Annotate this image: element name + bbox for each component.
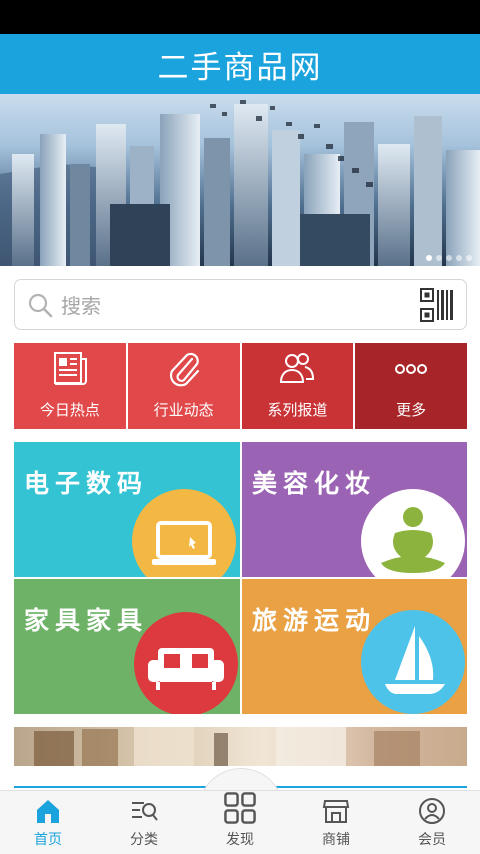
search-input[interactable]: 搜索 xyxy=(14,279,467,330)
tab-label: 商铺 xyxy=(322,832,350,848)
category-travel-sports[interactable]: 旅游运动 xyxy=(242,579,467,714)
banner-carousel[interactable] xyxy=(0,94,480,266)
member-icon xyxy=(419,798,445,824)
category-grid: 电子数码 美容化妆 家具家具 旅游运动 xyxy=(14,442,467,714)
bottom-tab-bar: 首页 分类 发现 商铺 会员 xyxy=(0,790,480,854)
tab-home[interactable]: 首页 xyxy=(0,791,96,854)
sofa-icon xyxy=(134,612,238,714)
tab-category[interactable]: 分类 xyxy=(96,791,192,854)
tab-label: 会员 xyxy=(418,832,446,848)
grid-icon xyxy=(224,792,256,824)
quick-nav-label: 更多 xyxy=(396,401,427,419)
laptop-icon xyxy=(132,489,236,577)
category-label: 美容化妆 xyxy=(252,469,377,498)
quick-nav: 今日热点 行业动态 系列报道 更多 xyxy=(14,343,467,429)
interior-image xyxy=(34,727,420,766)
carousel-dot[interactable] xyxy=(456,255,462,261)
carousel-indicator[interactable] xyxy=(426,255,472,261)
quick-nav-today-hot[interactable]: 今日热点 xyxy=(14,343,126,429)
meditation-icon xyxy=(361,489,465,577)
quick-nav-label: 行业动态 xyxy=(153,401,214,419)
category-electronics[interactable]: 电子数码 xyxy=(14,442,240,577)
more-icon xyxy=(395,364,428,374)
category-search-icon xyxy=(132,802,158,821)
store-icon xyxy=(322,800,350,823)
app-header: 二手商品网 xyxy=(0,34,480,94)
tab-discover[interactable]: 发现 xyxy=(192,791,288,854)
promo-banner[interactable] xyxy=(14,727,467,766)
tab-label: 首页 xyxy=(34,832,62,848)
category-furniture[interactable]: 家具家具 xyxy=(14,579,240,714)
carousel-dot[interactable] xyxy=(446,255,452,261)
carousel-dot[interactable] xyxy=(466,255,472,261)
category-label: 旅游运动 xyxy=(252,606,377,635)
tab-member[interactable]: 会员 xyxy=(384,791,480,854)
newspaper-icon xyxy=(53,352,87,385)
tab-label: 分类 xyxy=(130,832,158,848)
qr-code-icon[interactable] xyxy=(420,287,454,322)
quick-nav-industry-news[interactable]: 行业动态 xyxy=(127,343,240,429)
paperclip-icon xyxy=(169,352,199,387)
quick-nav-label: 系列报道 xyxy=(267,401,328,419)
carousel-dot[interactable] xyxy=(436,255,442,261)
search-icon xyxy=(28,293,53,317)
page-title: 二手商品网 xyxy=(157,49,323,86)
users-icon xyxy=(280,353,315,383)
quick-nav-more[interactable]: 更多 xyxy=(355,343,467,429)
tab-label: 发现 xyxy=(226,832,254,848)
home-icon xyxy=(37,800,59,823)
category-label: 电子数码 xyxy=(24,469,149,498)
search-placeholder: 搜索 xyxy=(61,294,101,318)
category-beauty[interactable]: 美容化妆 xyxy=(242,442,467,577)
quick-nav-series-report[interactable]: 系列报道 xyxy=(241,343,354,429)
city-skyline-banner xyxy=(0,100,480,266)
category-label: 家具家具 xyxy=(24,606,149,635)
quick-nav-label: 今日热点 xyxy=(39,401,100,419)
sailboat-icon xyxy=(361,610,465,714)
carousel-dot[interactable] xyxy=(426,255,432,261)
status-bar xyxy=(0,0,480,34)
tab-store[interactable]: 商铺 xyxy=(288,791,384,854)
